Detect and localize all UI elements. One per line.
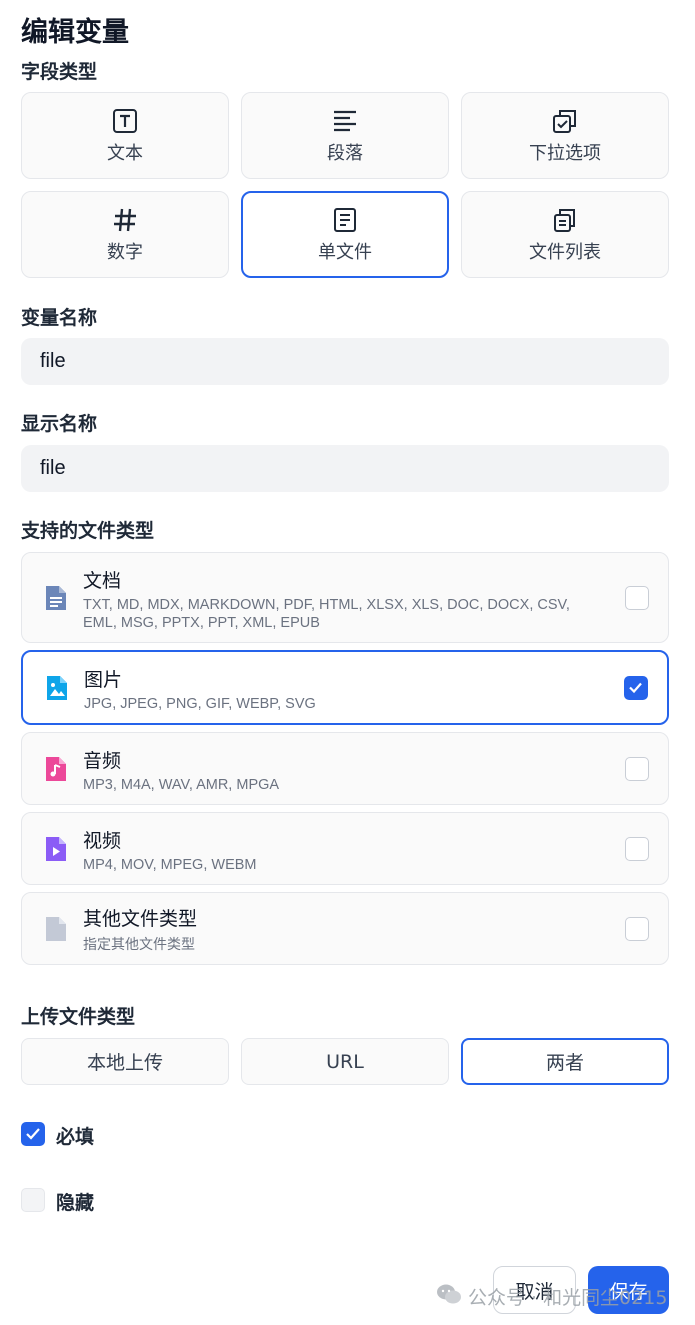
file-type-image-title: 图片: [84, 669, 123, 691]
variable-name-label: 变量名称: [21, 307, 98, 329]
dialog-title: 编辑变量: [21, 17, 129, 48]
field-type-file-list[interactable]: 文件列表: [461, 191, 669, 278]
field-type-single-file-label: 单文件: [318, 241, 372, 263]
select-options-icon: [551, 107, 579, 135]
variable-name-input[interactable]: [21, 338, 669, 385]
upload-type-local[interactable]: 本地上传: [21, 1038, 229, 1085]
wechat-icon: [436, 1283, 462, 1310]
watermark-text: 公众号 · 和光同尘0215: [468, 1287, 668, 1309]
text-box-icon: [111, 107, 139, 135]
display-name-label: 显示名称: [21, 413, 98, 435]
file-type-audio-checkbox[interactable]: [625, 757, 649, 781]
file-type-video-checkbox[interactable]: [625, 837, 649, 861]
file-type-audio-title: 音频: [83, 750, 122, 772]
display-name-input[interactable]: [21, 445, 669, 492]
file-type-video-desc: MP4, MOV, MPEG, WEBM: [83, 857, 257, 873]
file-type-document[interactable]: 文档 TXT, MD, MDX, MARKDOWN, PDF, HTML, XL…: [21, 552, 669, 643]
field-type-file-list-label: 文件列表: [529, 241, 601, 263]
hidden-label: 隐藏: [56, 1192, 95, 1214]
other-file-icon: [44, 915, 68, 943]
field-type-number-label: 数字: [107, 241, 143, 263]
file-type-video[interactable]: 视频 MP4, MOV, MPEG, WEBM: [21, 812, 669, 885]
required-label: 必填: [56, 1126, 95, 1148]
file-type-document-checkbox[interactable]: [625, 586, 649, 610]
file-type-image-checkbox[interactable]: [624, 676, 648, 700]
image-icon: [45, 674, 69, 702]
file-type-image-desc: JPG, JPEG, PNG, GIF, WEBP, SVG: [84, 696, 316, 712]
file-type-image[interactable]: 图片 JPG, JPEG, PNG, GIF, WEBP, SVG: [21, 650, 669, 725]
field-type-paragraph[interactable]: 段落: [241, 92, 449, 179]
field-type-text[interactable]: 文本: [21, 92, 229, 179]
field-type-number[interactable]: 数字: [21, 191, 229, 278]
required-checkbox[interactable]: [21, 1122, 45, 1146]
file-type-other[interactable]: 其他文件类型 指定其他文件类型: [21, 892, 669, 965]
file-type-other-desc: 指定其他文件类型: [83, 936, 195, 952]
field-type-single-file[interactable]: 单文件: [241, 191, 449, 278]
video-icon: [44, 835, 68, 863]
supported-file-types-label: 支持的文件类型: [21, 520, 155, 542]
field-type-paragraph-label: 段落: [327, 142, 363, 164]
watermark: 公众号 · 和光同尘0215: [436, 1283, 667, 1310]
file-type-audio[interactable]: 音频 MP3, M4A, WAV, AMR, MPGA: [21, 732, 669, 805]
hidden-checkbox[interactable]: [21, 1188, 45, 1212]
single-file-icon: [331, 206, 359, 234]
file-type-document-title: 文档: [83, 570, 122, 592]
field-type-text-label: 文本: [107, 142, 143, 164]
file-type-video-title: 视频: [83, 830, 122, 852]
file-type-other-checkbox[interactable]: [625, 917, 649, 941]
upload-type-label: 上传文件类型: [21, 1006, 136, 1028]
field-type-select[interactable]: 下拉选项: [461, 92, 669, 179]
upload-type-both[interactable]: 两者: [461, 1038, 669, 1085]
file-list-icon: [551, 206, 579, 234]
file-type-audio-desc: MP3, M4A, WAV, AMR, MPGA: [83, 777, 280, 793]
document-icon: [44, 584, 68, 612]
hash-icon: [111, 206, 139, 234]
paragraph-icon: [331, 107, 359, 135]
audio-icon: [44, 755, 68, 783]
field-type-select-label: 下拉选项: [529, 142, 601, 164]
file-type-other-title: 其他文件类型: [83, 908, 198, 930]
file-type-document-desc: TXT, MD, MDX, MARKDOWN, PDF, HTML, XLSX,…: [83, 597, 570, 631]
upload-type-url[interactable]: URL: [241, 1038, 449, 1085]
field-type-label: 字段类型: [21, 61, 98, 83]
